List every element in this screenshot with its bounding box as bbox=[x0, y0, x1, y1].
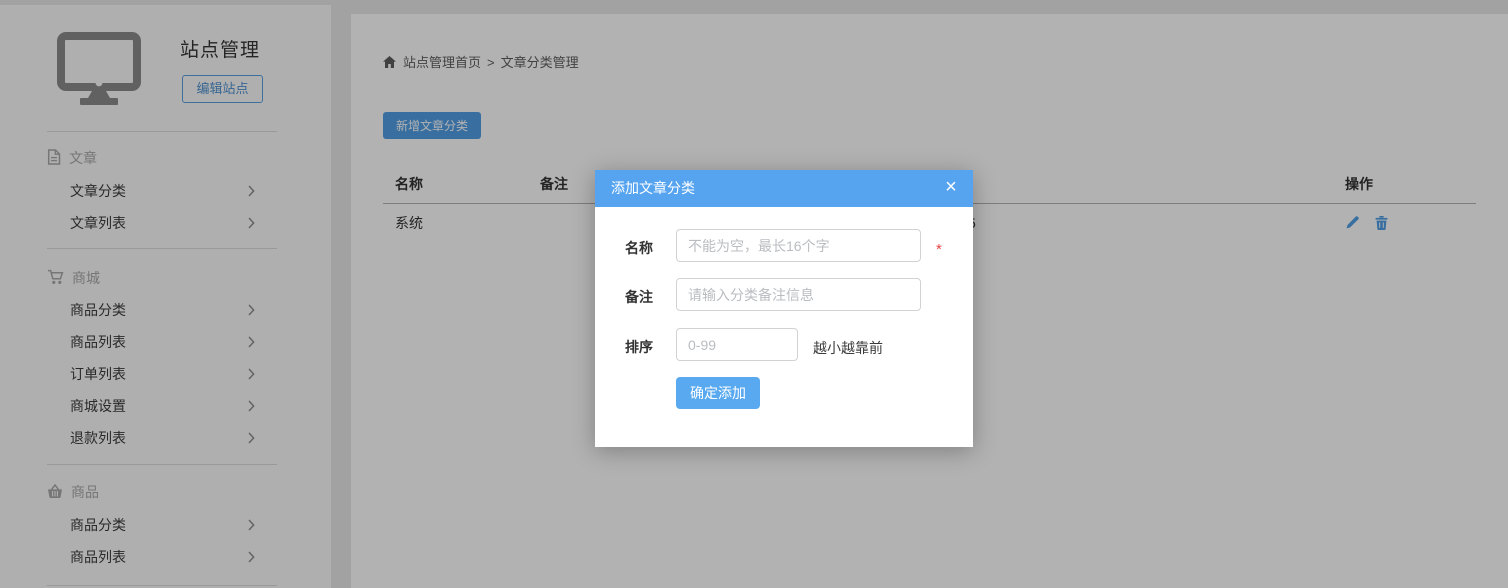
close-icon[interactable]: × bbox=[929, 170, 973, 207]
sort-hint-text: 越小越靠前 bbox=[813, 338, 883, 358]
modal-body: 名称 * 备注 排序 越小越靠前 确定添加 bbox=[595, 207, 973, 447]
note-field-label: 备注 bbox=[625, 287, 653, 307]
name-input[interactable] bbox=[676, 229, 921, 262]
confirm-add-button[interactable]: 确定添加 bbox=[676, 377, 760, 409]
note-input[interactable] bbox=[676, 278, 921, 311]
required-asterisk: * bbox=[936, 241, 942, 258]
sort-input[interactable] bbox=[676, 328, 798, 361]
modal-title: 添加文章分类 bbox=[595, 170, 973, 207]
name-field-label: 名称 bbox=[625, 238, 653, 258]
modal-header: 添加文章分类 × bbox=[595, 170, 973, 207]
add-category-modal: 添加文章分类 × 名称 * 备注 排序 越小越靠前 确定添加 bbox=[595, 170, 973, 447]
sort-field-label: 排序 bbox=[625, 337, 653, 357]
